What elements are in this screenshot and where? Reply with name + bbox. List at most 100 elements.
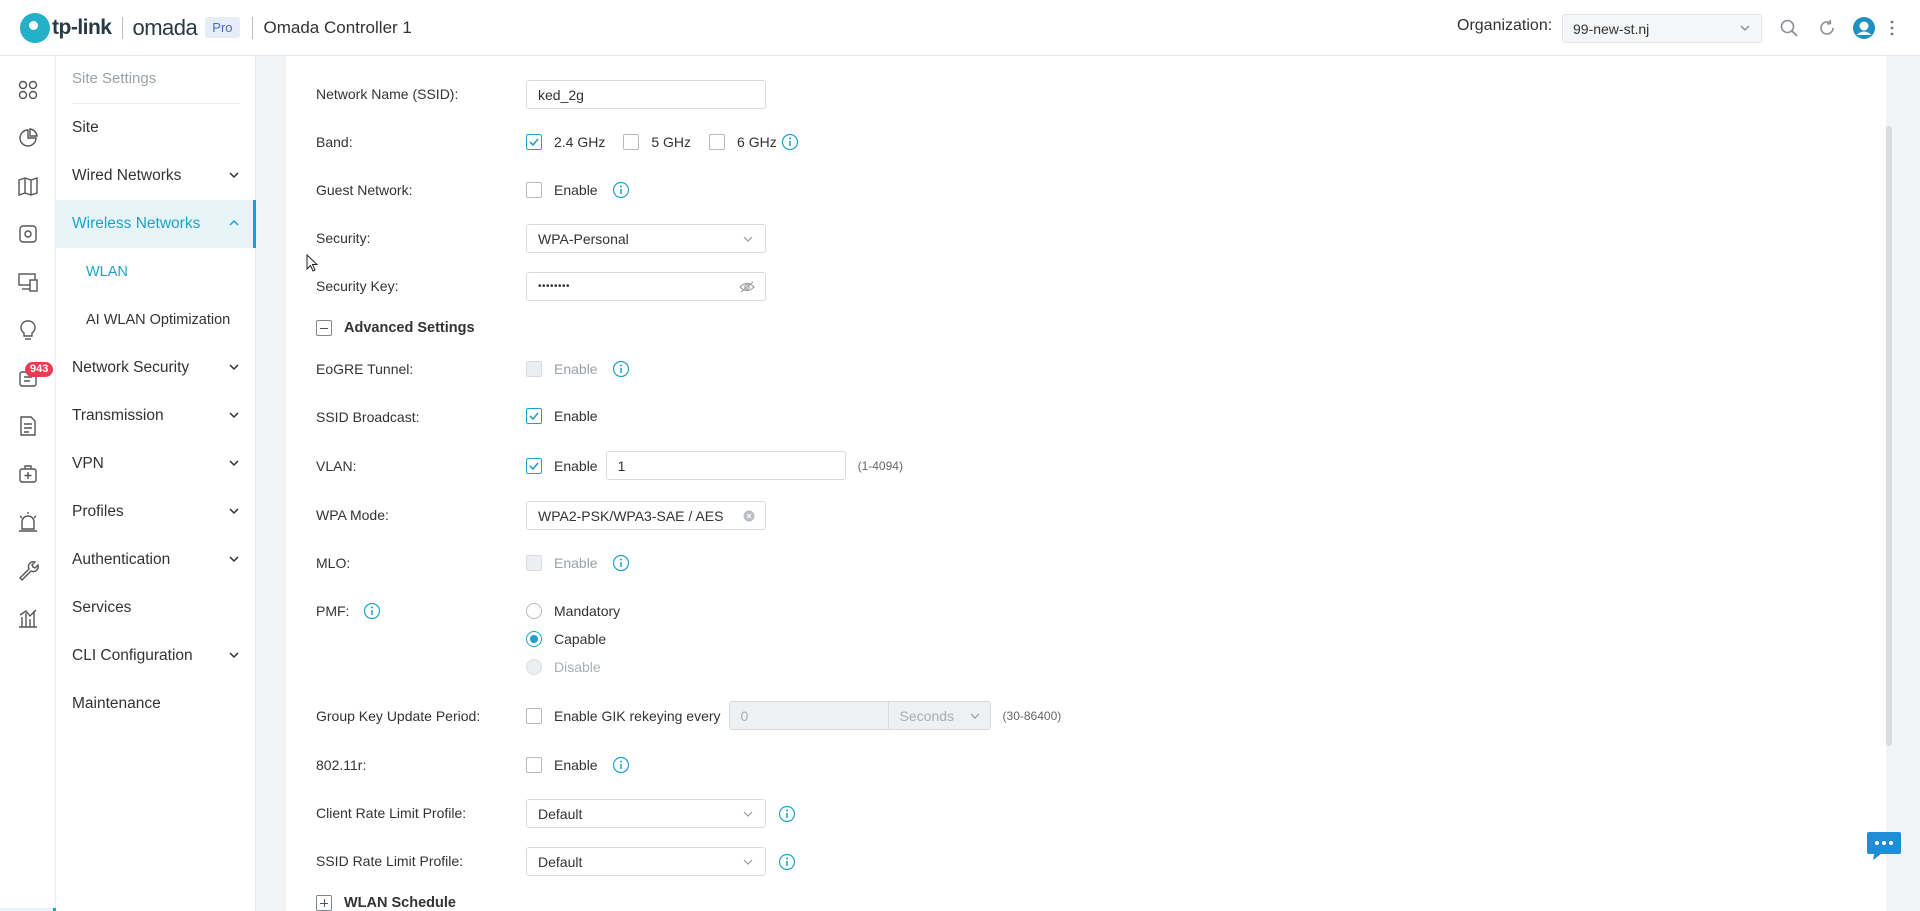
info-icon[interactable] <box>781 133 799 151</box>
pmf-disable-radio[interactable] <box>526 659 542 675</box>
menu-item-label: Services <box>72 599 132 616</box>
alerts-icon[interactable] <box>16 510 40 534</box>
chat-support-icon[interactable] <box>1865 830 1903 862</box>
info-icon[interactable] <box>612 554 630 572</box>
map-icon[interactable] <box>16 174 40 198</box>
organization-value: 99-new-st.nj <box>1573 21 1650 37</box>
refresh-icon[interactable] <box>1815 16 1839 40</box>
80211r-checkbox[interactable] <box>526 757 542 773</box>
security-label: Security: <box>316 230 371 246</box>
wlan-schedule-toggle[interactable]: WLAN Schedule <box>316 895 456 911</box>
gik-unit-select[interactable]: Seconds <box>888 701 991 730</box>
logo[interactable]: tp-link omada Pro <box>20 12 240 43</box>
eogre-checkbox[interactable] <box>526 361 542 377</box>
menu-item-vpn[interactable]: VPN <box>56 440 256 488</box>
chevron-down-icon <box>229 172 239 179</box>
analytics-icon[interactable] <box>16 606 40 630</box>
menu-item-maintenance[interactable]: Maintenance <box>56 680 256 728</box>
logo-product: omada <box>132 14 198 40</box>
menu-item-cli-configuration[interactable]: CLI Configuration <box>56 632 256 680</box>
chevron-down-icon <box>229 652 239 659</box>
tools-icon[interactable] <box>16 462 40 486</box>
expand-icon <box>316 895 332 911</box>
wpa-mode-select[interactable]: WPA2-PSK/WPA3-SAE / AES <box>526 501 766 530</box>
80211r-enable-label: Enable <box>554 757 598 773</box>
logo-divider <box>121 16 123 39</box>
mouse-cursor-icon <box>306 253 320 274</box>
wlan-schedule-title: WLAN Schedule <box>344 895 456 911</box>
menu-item-label: CLI Configuration <box>72 647 193 664</box>
security-key-input[interactable]: •••••••• <box>526 272 766 301</box>
menu-item-network-security[interactable]: Network Security <box>56 344 256 392</box>
info-icon[interactable] <box>363 602 381 620</box>
vlan-checkbox[interactable] <box>526 457 542 474</box>
mlo-label: MLO: <box>316 555 351 571</box>
ssid-broadcast-checkbox[interactable] <box>526 408 542 424</box>
more-options-icon[interactable] <box>1886 16 1898 40</box>
info-icon[interactable] <box>778 853 796 871</box>
ssid-broadcast-enable-label: Enable <box>554 408 598 424</box>
menu-item-authentication[interactable]: Authentication <box>56 536 256 584</box>
submenu-item-wlan[interactable]: WLAN <box>56 248 256 296</box>
gik-checkbox[interactable] <box>526 707 542 724</box>
icon-rail: 943 <box>0 56 56 911</box>
menu-item-label: Profiles <box>72 503 124 520</box>
security-select[interactable]: WPA-Personal <box>526 224 766 253</box>
content-scrollbar[interactable] <box>1886 56 1892 911</box>
ssid-rate-limit-select[interactable]: Default <box>526 847 766 876</box>
vlan-input[interactable]: 1 <box>605 451 846 480</box>
wpa-mode-label: WPA Mode: <box>316 507 389 523</box>
pmf-mandatory-radio[interactable] <box>526 603 542 619</box>
info-icon[interactable] <box>778 805 796 823</box>
search-icon[interactable] <box>1777 16 1801 40</box>
menu-item-services[interactable]: Services <box>56 584 256 632</box>
clear-icon[interactable] <box>743 510 755 522</box>
menu-item-label: Authentication <box>72 551 171 568</box>
submenu-item-ai-wlan-optimization[interactable]: AI WLAN Optimization <box>56 296 256 344</box>
maintenance-icon[interactable] <box>16 558 40 582</box>
clients-icon[interactable] <box>16 270 40 294</box>
band-6-label: 6 GHz <box>737 134 777 150</box>
band-6-checkbox[interactable] <box>709 134 726 150</box>
mlo-checkbox[interactable] <box>526 555 542 571</box>
eogre-label: EoGRE Tunnel: <box>316 361 414 377</box>
chevron-up-icon <box>229 219 239 226</box>
info-icon[interactable] <box>612 756 630 774</box>
band-5-checkbox[interactable] <box>623 134 640 150</box>
advanced-settings-toggle[interactable]: Advanced Settings <box>316 320 475 336</box>
menu-item-site[interactable]: Site <box>56 104 256 152</box>
info-icon[interactable] <box>612 360 630 378</box>
organization-select[interactable]: 99-new-st.nj <box>1562 14 1762 43</box>
client-rate-limit-select[interactable]: Default <box>526 799 766 828</box>
menu-item-wired-networks[interactable]: Wired Networks <box>56 152 256 200</box>
pmf-capable-radio[interactable] <box>526 631 542 647</box>
vlan-enable-label: Enable <box>554 457 598 474</box>
scrollbar-thumb[interactable] <box>1886 126 1892 746</box>
chevron-down-icon <box>743 859 753 865</box>
band-24-checkbox[interactable] <box>526 134 542 150</box>
ssid-rate-limit-label: SSID Rate Limit Profile: <box>316 853 464 869</box>
eye-hidden-icon[interactable] <box>739 281 755 293</box>
devices-icon[interactable] <box>16 222 40 246</box>
menu-item-profiles[interactable]: Profiles <box>56 488 256 536</box>
guest-network-checkbox[interactable] <box>526 182 542 198</box>
user-avatar-icon[interactable] <box>1852 16 1876 40</box>
mlo-enable-label: Enable <box>554 555 598 571</box>
info-icon[interactable] <box>612 181 630 199</box>
header-divider <box>251 16 253 39</box>
chevron-down-icon <box>743 236 753 242</box>
band-5-label: 5 GHz <box>651 134 692 150</box>
menu-item-wireless-networks[interactable]: Wireless Networks <box>56 200 256 248</box>
reports-icon[interactable] <box>16 414 40 438</box>
gik-interval-input[interactable]: 0 <box>728 701 889 730</box>
controller-name: Omada Controller 1 <box>263 17 412 37</box>
menu-item-transmission[interactable]: Transmission <box>56 392 256 440</box>
security-key-value: •••••••• <box>538 281 571 292</box>
menu-item-label: Network Security <box>72 359 190 376</box>
ssid-input[interactable]: ked_2g <box>526 80 766 109</box>
dashboard-icon[interactable] <box>16 78 40 102</box>
80211r-label: 802.11r: <box>316 757 367 773</box>
statistics-icon[interactable] <box>16 126 40 150</box>
insights-icon[interactable] <box>16 318 40 342</box>
site-settings-menu: Site Settings Site Wired Networks Wirele… <box>56 56 256 911</box>
